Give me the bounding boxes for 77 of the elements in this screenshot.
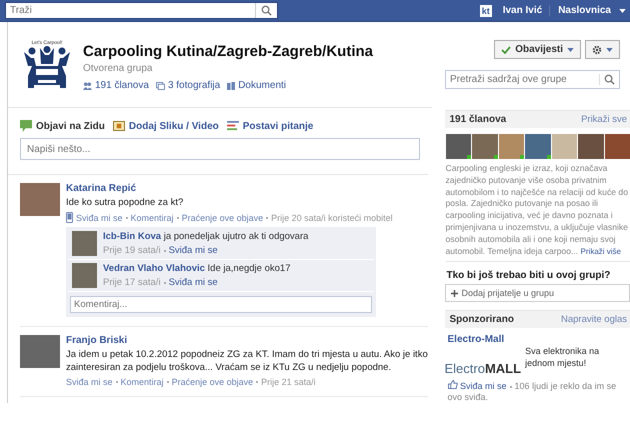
post-text: Ide ko sutra popodne za kt? bbox=[66, 196, 184, 209]
group-search-field[interactable]: Pretraži sadržaj ove grupe bbox=[445, 70, 620, 89]
comment-time: Prije 19 sata/i bbox=[103, 245, 161, 256]
online-indicator bbox=[494, 155, 498, 159]
comment-like-link[interactable]: Sviđa mi se bbox=[168, 277, 218, 288]
documents-icon bbox=[227, 82, 236, 90]
group-description: Carpooling engleski je izraz, koji označava zajedničko putovanje više osoba privatnim automobilom i to najčešće na relaciji od kuće do posla. Zajedničko putovanje na posao ili carpooling inicijativa, već je davno poznata i primjenjivana u inozemstvu, a uključuje vlasnike osobnih automobila ali i one koji nemaju svoj automobil. Temeljna ideja carpoo... Prikaži više bbox=[446, 163, 630, 262]
post-action-link[interactable]: Sviđa mi se bbox=[76, 212, 123, 222]
caret-icon bbox=[619, 8, 626, 12]
car-people-logo-icon bbox=[22, 46, 72, 90]
composer-tab[interactable]: Objavi na Zidu bbox=[20, 120, 105, 136]
online-indicator bbox=[520, 155, 524, 159]
speech-bubble-icon bbox=[20, 120, 32, 132]
member-photo-placeholder[interactable] bbox=[446, 134, 471, 159]
comment-text: Vedran Vlaho Vlahovic Ide ja,negdje oko17 bbox=[103, 263, 290, 274]
post-time: Prije 21 sata/i bbox=[261, 377, 316, 387]
author-link[interactable]: Franjo Briski bbox=[66, 335, 428, 346]
commenter-photo-placeholder[interactable] bbox=[72, 263, 97, 288]
profile-photo-placeholder[interactable] bbox=[20, 335, 60, 368]
list-icon bbox=[226, 121, 239, 131]
add-friends-field[interactable]: Dodaj prijatelje u grupu bbox=[444, 284, 630, 302]
profile-photo-placeholder[interactable] bbox=[20, 183, 60, 216]
plus-icon bbox=[450, 290, 458, 297]
caret-icon bbox=[567, 48, 574, 52]
author-link[interactable]: Katarina Repić bbox=[66, 183, 428, 194]
search-icon[interactable] bbox=[604, 74, 615, 85]
commenter-photo-placeholder[interactable] bbox=[72, 231, 97, 256]
check-icon bbox=[501, 46, 512, 54]
comment-text: Icb-Bin Kova ja ponedeljak ujutro ak ti odgovara bbox=[103, 231, 308, 242]
member-photo-placeholder[interactable] bbox=[525, 134, 550, 159]
search-field[interactable]: Traži bbox=[5, 2, 278, 19]
people-icon bbox=[83, 82, 92, 90]
post-time: Prije 20 sata/i koristeći mobitel bbox=[271, 212, 393, 222]
members-count: 191 članova bbox=[450, 114, 506, 125]
composer-tab[interactable]: Dodaj Sliku / Video bbox=[112, 120, 219, 136]
member-photo-placeholder[interactable] bbox=[498, 134, 524, 159]
advertiser-logo[interactable]: ElectroMALL bbox=[444, 361, 522, 378]
settings-button[interactable] bbox=[585, 40, 620, 59]
mobile-phone-icon bbox=[66, 212, 73, 223]
online-indicator bbox=[467, 155, 471, 159]
ad-like-link[interactable]: Sviđa mi se bbox=[460, 381, 507, 392]
status-input-field[interactable]: Napiši nešto... bbox=[20, 138, 420, 160]
advertiser-link[interactable]: Electro-Mall bbox=[448, 334, 630, 346]
show-more-link[interactable]: Prikaži više bbox=[580, 246, 621, 256]
post-action-link[interactable]: Sviđa mi se bbox=[66, 377, 113, 387]
group-docs-link[interactable]: Dokumenti bbox=[238, 80, 286, 91]
search-icon[interactable] bbox=[261, 5, 272, 16]
post-action-link[interactable]: Komentiraj bbox=[130, 212, 174, 222]
commenter-link[interactable]: Icb-Bin Kova bbox=[103, 231, 162, 242]
home-link[interactable]: Naslovnica bbox=[550, 5, 619, 16]
settings-icon bbox=[592, 44, 602, 54]
group-title: Carpooling Kutina/Zagreb-Zagreb/Kutina bbox=[83, 43, 374, 60]
post-action-link[interactable]: Praćenje ove objave bbox=[172, 377, 254, 387]
comment-time: Prije 17 sata/i bbox=[103, 277, 161, 288]
online-indicator bbox=[546, 155, 550, 159]
post-action-link[interactable]: Komentiraj bbox=[120, 377, 164, 387]
invite-heading: Tko bi još trebao biti u ovoj grupi? bbox=[446, 270, 612, 282]
group-type: Otvorena grupa bbox=[83, 63, 154, 74]
group-members-link[interactable]: 191 članova bbox=[95, 80, 149, 91]
group-photos-link[interactable]: 3 fotografija bbox=[168, 80, 220, 91]
caret-icon bbox=[606, 48, 613, 52]
comment-field[interactable]: Komentiraj... bbox=[70, 296, 372, 313]
ad-likes-text: Sviđa mi se 106 ljudi je reklo da im se ovo sviđa. bbox=[448, 380, 618, 404]
notifications-button[interactable]: Obavijesti bbox=[494, 40, 581, 59]
post-text: Ja idem u petak 10.2.2012 popodneiz ZG za KT. Imam do tri mjesta u autu. Ako je itko zainteresiran za podjelu troškova... Vraćam se iz KTu ZG u nedjelju popodne. bbox=[66, 348, 428, 374]
photos-icon bbox=[156, 82, 165, 90]
user-name-link[interactable]: Ivan Ivić bbox=[496, 5, 550, 16]
post-action-link[interactable]: Praćenje ove objave bbox=[182, 212, 264, 222]
ad-text: Sva elektronika na jednom mjestu! bbox=[525, 345, 600, 370]
composer-tab[interactable]: Postavi pitanje bbox=[226, 120, 314, 136]
member-photo-placeholder[interactable] bbox=[472, 134, 498, 159]
sponsored-title: Sponzorirano bbox=[450, 314, 514, 326]
picture-icon bbox=[112, 121, 125, 131]
comment-like-link[interactable]: Sviđa mi se bbox=[168, 245, 218, 256]
app-badge[interactable]: kt bbox=[480, 4, 492, 16]
thumbs-up-icon bbox=[448, 380, 458, 390]
commenter-link[interactable]: Vedran Vlaho Vlahovic bbox=[103, 263, 205, 274]
